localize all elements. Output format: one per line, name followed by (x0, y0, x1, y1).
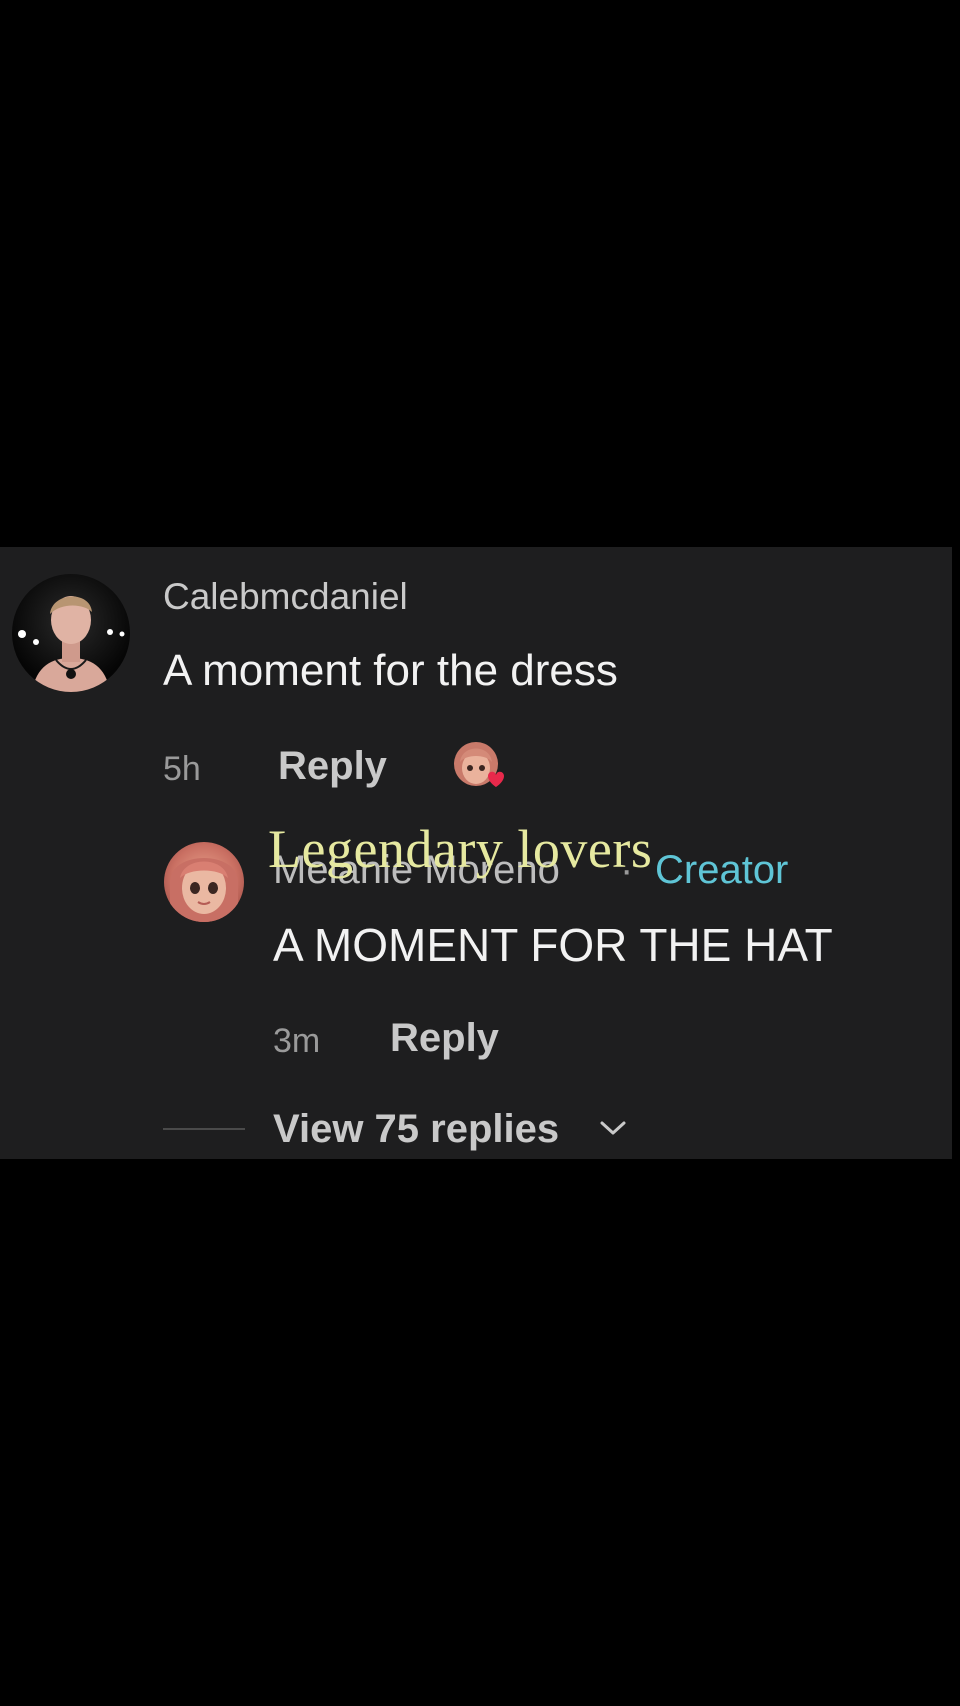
comment-text: A moment for the dress (163, 646, 618, 695)
reply-timestamp: 3m (273, 1022, 321, 1060)
creator-badge: Creator (655, 848, 789, 892)
reply-text: A MOMENT FOR THE HAT (273, 919, 833, 971)
creator-avatar[interactable] (164, 842, 244, 922)
commenter-avatar[interactable] (12, 574, 130, 692)
creator-avatar-image (170, 858, 238, 922)
chevron-down-icon[interactable] (596, 1117, 630, 1139)
overlay-caption: Legendary lovers (268, 819, 653, 879)
reply-reply-button[interactable]: Reply (390, 1016, 499, 1061)
commenter-username[interactable]: Calebmcdaniel (163, 576, 408, 618)
comment-timestamp: 5h (163, 750, 201, 788)
comment-reply-button[interactable]: Reply (278, 744, 387, 789)
view-replies-button[interactable]: View 75 replies (273, 1107, 559, 1152)
commenter-avatar-image (18, 596, 125, 692)
thread-divider (163, 1128, 245, 1130)
heart-avatar-icon (454, 742, 504, 787)
liked-by-creator-icon (452, 740, 506, 794)
